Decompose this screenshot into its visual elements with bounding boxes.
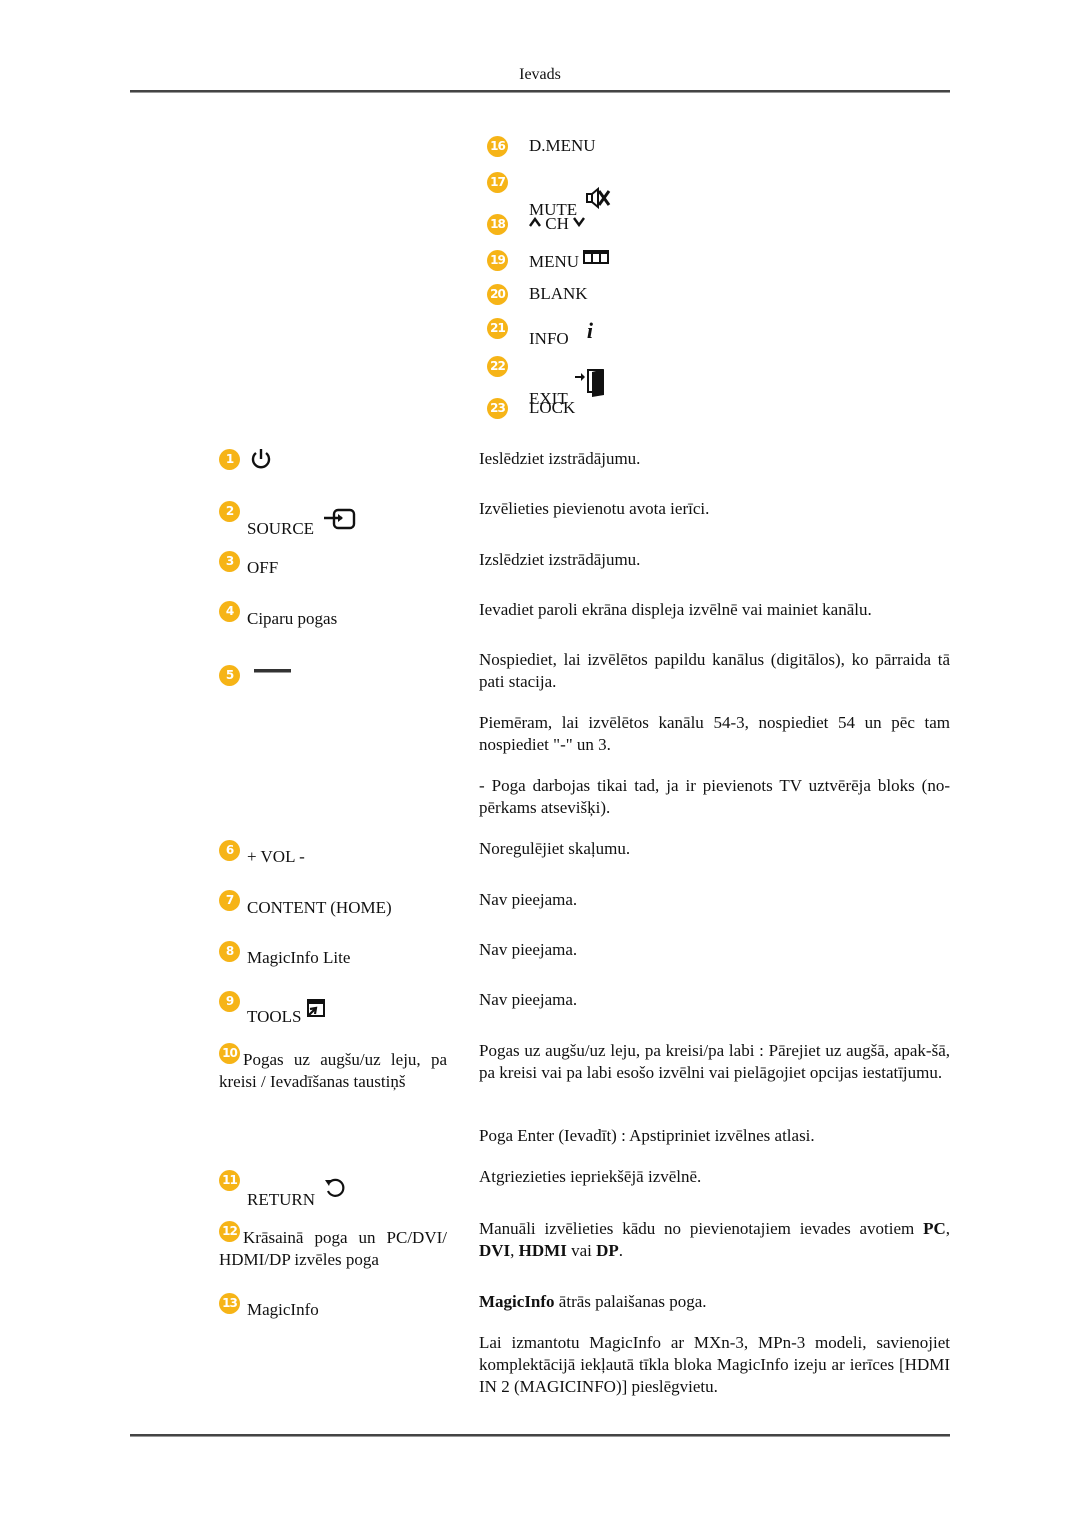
number-badge: 11 [219, 1170, 240, 1191]
header-rule [130, 90, 950, 93]
button-label: TOOLS [247, 1007, 302, 1026]
menu-icon [583, 250, 610, 264]
number-badge: 23 [487, 398, 508, 419]
number-badge: 20 [487, 284, 508, 305]
number-badge: 21 [487, 318, 508, 339]
number-badge: 16 [487, 136, 508, 157]
button-label: OFF [247, 558, 279, 577]
description-6: Noregulējiet skaļumu. [479, 839, 631, 858]
description-3: Izslēdziet izstrādājumu. [479, 550, 641, 569]
chevron-down-icon [573, 217, 586, 227]
button-label: D.MENU [529, 136, 596, 155]
button-label: RETURN [247, 1190, 315, 1209]
description-5a: Nospiediet, lai izvēlētos papildu kanālu… [479, 650, 950, 691]
source-hdmi: HDMI [518, 1241, 567, 1260]
number-badge: 4 [219, 601, 240, 622]
number-badge: 18 [487, 214, 508, 235]
button-label: Pogas uz augšu/uz leju, pa kreisi / Ieva… [219, 1050, 447, 1091]
magicinfo-bold: MagicInfo [479, 1292, 555, 1311]
button-label: MagicInfo [247, 1300, 319, 1319]
button-label: MENU [529, 252, 580, 271]
description-text: ātrās palaišanas poga. [554, 1292, 707, 1311]
description-4: Ievadiet paroli ekrāna displeja izvēlnē … [479, 600, 872, 619]
button-label: CH [545, 214, 569, 233]
button-label: INFO [529, 329, 569, 348]
mute-icon [586, 186, 611, 210]
number-badge: 6 [219, 840, 240, 861]
separator: . [618, 1241, 624, 1260]
number-badge: 12 [219, 1221, 240, 1242]
number-badge: 2 [219, 501, 240, 522]
button-label: SOURCE [247, 519, 315, 538]
description-10b: Poga Enter (Ievadīt) : Apstipriniet izvē… [479, 1126, 815, 1145]
number-badge: 8 [219, 941, 240, 962]
page-header-title: Ievads [519, 66, 561, 83]
exit-icon [574, 369, 604, 397]
number-badge: 9 [219, 991, 240, 1012]
button-label: MagicInfo Lite [247, 948, 351, 967]
info-icon: i [586, 318, 594, 343]
button-label: Krāsainā poga un PC/DVI/ HDMI/DP izvēles… [219, 1228, 447, 1269]
button-item-10: 10 Pogas uz augšu/uz leju, pa kreisi / I… [219, 1043, 449, 1093]
chevron-up-icon [529, 217, 541, 227]
number-badge: 3 [219, 551, 240, 572]
button-label: CONTENT (HOME) [247, 898, 392, 917]
number-badge: 19 [487, 250, 508, 271]
description-5b: Piemēram, lai izvēlētos kanālu 54-3, nos… [479, 713, 950, 754]
source-dvi: DVI [479, 1241, 511, 1260]
return-icon [325, 1178, 345, 1197]
number-badge: 5 [219, 665, 240, 686]
number-badge: 10 [219, 1043, 240, 1064]
number-badge: 1 [219, 449, 240, 470]
power-icon [251, 449, 271, 469]
description-text: Manuāli izvēlieties kādu no pievienotaji… [479, 1219, 924, 1238]
separator: vai [566, 1241, 597, 1260]
button-label: + VOL - [247, 847, 305, 866]
description-10a: Pogas uz augšu/uz leju, pa kreisi/pa lab… [479, 1041, 950, 1082]
description-2: Izvēlieties pievienotu avota ierīci. [479, 499, 710, 518]
button-item-12: 12 Krāsainā poga un PC/DVI/ HDMI/DP izvē… [219, 1221, 449, 1271]
description-9: Nav pieejama. [479, 990, 578, 1009]
button-label: LOCK [529, 398, 576, 417]
number-badge: 13 [219, 1293, 240, 1314]
button-label: Ciparu pogas [247, 609, 338, 628]
number-badge: 17 [487, 172, 508, 193]
description-13a: MagicInfo ātrās palaišanas poga. [479, 1291, 950, 1313]
description-13b: Lai izmantotu MagicInfo ar MXn-3, MPn-3 … [479, 1333, 950, 1396]
number-badge: 22 [487, 356, 508, 377]
description-8: Nav pieejama. [479, 940, 578, 959]
tools-icon [306, 999, 325, 1017]
number-badge: 7 [219, 890, 240, 911]
footer-rule [130, 1434, 950, 1437]
description-7: Nav pieejama. [479, 890, 578, 909]
separator: , [945, 1219, 950, 1238]
source-pc: PC [923, 1219, 946, 1238]
description-5c: - Poga darbojas tikai tad, ja ir pievien… [479, 776, 950, 817]
source-icon [324, 508, 356, 530]
description-12: Manuāli izvēlieties kādu no pievienotaji… [479, 1218, 950, 1262]
description-11: Atgriezieties iepriekšējā izvēlnē. [479, 1167, 702, 1186]
separator: , [510, 1241, 519, 1260]
description-1: Ieslēdziet izstrādājumu. [479, 449, 641, 468]
button-label: BLANK [529, 284, 588, 303]
source-dp: DP [596, 1241, 619, 1260]
dash-icon [254, 669, 291, 673]
